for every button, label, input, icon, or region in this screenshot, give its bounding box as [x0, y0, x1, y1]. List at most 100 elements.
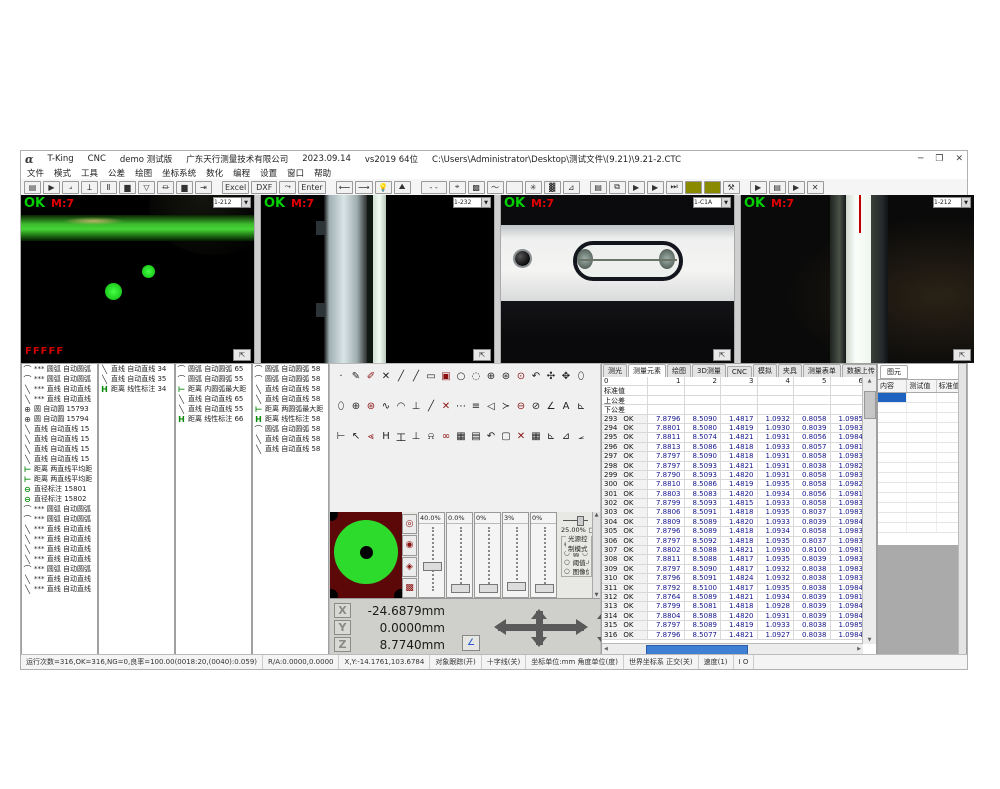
feature-list-item[interactable]: ⌒圆弧 自动圆弧 58: [253, 374, 328, 384]
menu-item-公差[interactable]: 公差: [108, 167, 125, 179]
light-select-button[interactable]: ◎: [402, 514, 417, 534]
feature-list-item[interactable]: ╲*** 直线 自动直线: [22, 524, 97, 534]
tool-icon[interactable]: ↶: [529, 370, 543, 383]
table-tab-测量表单[interactable]: 测量表单: [803, 364, 841, 377]
cut-button[interactable]: ✕: [807, 181, 824, 194]
camera3-fit-button[interactable]: ⇱: [713, 349, 731, 361]
camera1-fit-button[interactable]: ⇱: [233, 349, 251, 361]
level-button[interactable]: ⏛: [157, 181, 174, 194]
element-row[interactable]: [878, 393, 966, 403]
play2-button[interactable]: ▶: [750, 181, 767, 194]
tool-icon[interactable]: ⪡: [364, 430, 378, 443]
feature-list-item[interactable]: ╲*** 直线 自动直线: [22, 574, 97, 584]
tool-icon[interactable]: ✕: [379, 370, 393, 383]
feature-list-item[interactable]: ⊕圆 自动圆 15793: [22, 404, 97, 414]
tool-icon[interactable]: ∿: [379, 400, 393, 413]
dxf-export-button[interactable]: DXF: [251, 181, 277, 194]
element-row[interactable]: [878, 423, 966, 433]
master-brightness-slider[interactable]: [563, 516, 588, 524]
run-to-end-button[interactable]: ⏭: [666, 181, 683, 194]
table-row[interactable]: 307OK7.88028.50881.48211.09300.81001.098…: [602, 546, 863, 555]
table-vertical-scrollbar[interactable]: ▲▼: [862, 377, 876, 644]
tool-icon[interactable]: ▦: [454, 430, 468, 443]
camera2-mode-dropdown[interactable]: 1-232▼: [453, 197, 491, 208]
measurement-grid[interactable]: 0123456标准值上公差下公差293OK7.87968.50901.48171…: [602, 377, 863, 644]
feature-list-item[interactable]: ⊖直径标注 15801: [22, 484, 97, 494]
table-row[interactable]: 301OK7.88038.50831.48201.09340.80561.098…: [602, 490, 863, 499]
table-row[interactable]: 294OK7.88018.50801.48191.09300.80391.098…: [602, 424, 863, 433]
element-row[interactable]: [878, 413, 966, 423]
tool-icon[interactable]: ⊾: [544, 430, 558, 443]
slider-thumb[interactable]: [507, 582, 526, 591]
feature-list-item[interactable]: ╲直线 自动直线 58: [253, 384, 328, 394]
threshold-radio[interactable]: ○: [564, 558, 570, 566]
tool-icon[interactable]: ◁: [484, 400, 498, 413]
tool-icon[interactable]: ╱: [424, 400, 438, 413]
stop-button[interactable]: ■: [685, 181, 702, 194]
enter-button[interactable]: Enter: [298, 181, 325, 194]
tool-icon[interactable]: ✥: [559, 370, 573, 383]
chart-button[interactable]: ⊿: [563, 181, 580, 194]
tool-icon[interactable]: ↶: [484, 430, 498, 443]
slider-thumb[interactable]: [479, 584, 498, 593]
tool-icon[interactable]: ⊾: [574, 400, 588, 413]
feature-list-item[interactable]: ⌒圆弧 自动圆弧 58: [253, 424, 328, 434]
folder-button[interactable]: ▶: [628, 181, 645, 194]
table-tab-数据上传[interactable]: 数据上传: [842, 364, 877, 377]
element-row[interactable]: [878, 523, 966, 533]
feature-list-item[interactable]: ╲*** 直线 自动直线: [22, 534, 97, 544]
open-button[interactable]: ▶: [43, 181, 60, 194]
feature-list-item[interactable]: ⊢距离 两圆弧最大距: [253, 404, 328, 414]
tool-col-button[interactable]: Ⅱ: [100, 181, 117, 194]
feature-list-item[interactable]: ╲直线 自动直线 58: [253, 444, 328, 454]
feature-list-item[interactable]: ╲*** 直线 自动直线: [22, 544, 97, 554]
table-row[interactable]: 310OK7.87968.50911.48241.09320.80381.098…: [602, 574, 863, 583]
tool-icon[interactable]: ▢: [499, 430, 513, 443]
feature-list-item[interactable]: ⊕圆 自动圆 15794: [22, 414, 97, 424]
menu-item-坐标系统[interactable]: 坐标系统: [162, 167, 196, 179]
feature-list-item[interactable]: ⌒*** 圆弧 自动圆弧: [22, 364, 97, 374]
element-row[interactable]: [878, 473, 966, 483]
tool-icon[interactable]: H: [379, 430, 393, 443]
element-row[interactable]: [878, 443, 966, 453]
table-row[interactable]: 304OK7.88098.50891.48201.09330.80391.098…: [602, 518, 863, 527]
tool-icon[interactable]: A: [559, 400, 573, 413]
tool-icon[interactable]: ⊕: [349, 400, 363, 413]
table-tab-模拟[interactable]: 模拟: [753, 364, 777, 377]
tool-icon[interactable]: ✎: [349, 370, 363, 383]
tool-icon[interactable]: ⊛: [364, 400, 378, 413]
feature-list-item[interactable]: ⌒*** 圆弧 自动圆弧: [22, 564, 97, 574]
hammer-button[interactable]: ⚒: [723, 181, 740, 194]
feature-list-item[interactable]: ⊢距离 两直线平均距: [22, 474, 97, 484]
tool-icon[interactable]: ◠: [394, 400, 408, 413]
table-row[interactable]: 300OK7.88108.50861.48191.09350.80581.098…: [602, 480, 863, 489]
light-select-button[interactable]: ◈: [402, 557, 417, 577]
table-row[interactable]: 302OK7.87998.50931.48151.09330.80581.098…: [602, 499, 863, 508]
camera4-mode-dropdown[interactable]: 1-212▼: [933, 197, 971, 208]
tool-icon[interactable]: ⊥: [409, 430, 423, 443]
image-opt-radio[interactable]: ○: [564, 567, 570, 575]
table-tab-3D测量[interactable]: 3D测量: [692, 364, 726, 377]
feature-list-item[interactable]: ╲直线 自动直线 58: [253, 434, 328, 444]
camera-splitter[interactable]: [254, 195, 261, 363]
camera3-mode-dropdown[interactable]: 1-C1A▼: [693, 197, 731, 208]
light-bulb-button[interactable]: 💡: [375, 181, 392, 194]
feature-list-item[interactable]: ╲直线 自动直线 15: [22, 424, 97, 434]
menu-item-模式[interactable]: 模式: [54, 167, 71, 179]
tool-icon[interactable]: ↖: [349, 430, 363, 443]
tool-icon[interactable]: ╱: [394, 370, 408, 383]
tool-icon[interactable]: ○: [454, 370, 468, 383]
table-tab-测量元素[interactable]: 测量元素: [628, 364, 666, 377]
table-row[interactable]: 297OK7.87978.50901.48181.09310.80581.098…: [602, 452, 863, 461]
menu-item-设置[interactable]: 设置: [260, 167, 277, 179]
feature-list-item[interactable]: H距离 线性标注 34: [99, 384, 174, 394]
light-select-button[interactable]: ▩: [402, 578, 417, 598]
tool-icon[interactable]: ⊥: [409, 400, 423, 413]
feature-list-item[interactable]: ╲直线 自动直线 65: [176, 394, 251, 404]
light-select-button[interactable]: ◉: [402, 535, 417, 555]
tool-icon[interactable]: ╱: [409, 370, 423, 383]
feature-list-item[interactable]: ⊖直径标注 15802: [22, 494, 97, 504]
tool-icon[interactable]: ∠: [544, 400, 558, 413]
tool-icon[interactable]: ⊙: [514, 370, 528, 383]
tool-icon[interactable]: ≻: [499, 400, 513, 413]
